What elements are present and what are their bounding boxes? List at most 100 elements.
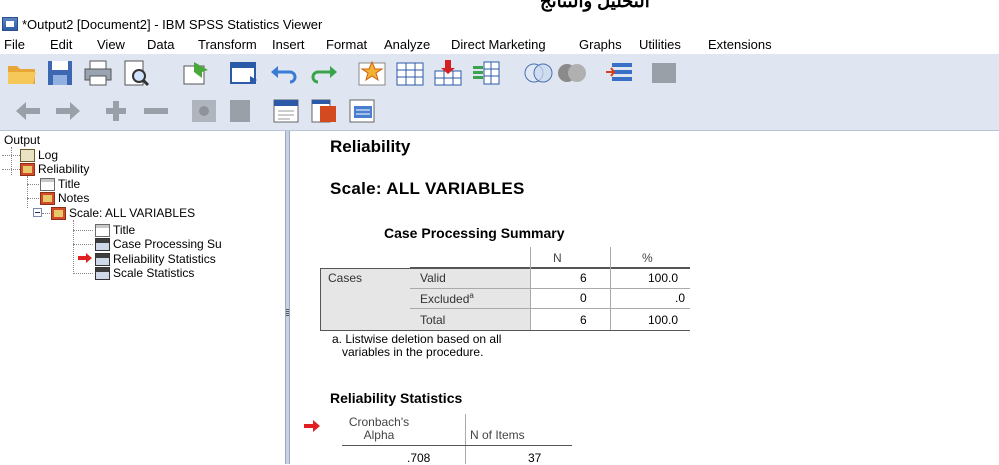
outline-reliability[interactable]: Reliability [20, 162, 89, 176]
outline-case-processing[interactable]: Case Processing Su [95, 237, 222, 251]
menu-utilities[interactable]: Utilities [639, 37, 681, 52]
demote-icon[interactable] [52, 96, 84, 126]
cropped-caption-band: ﺍﻟﺘﺤﻠﻴﻞ ﻭﺍﻟﻨﺘﺎﺋﺞ [0, 0, 999, 14]
print-icon[interactable] [82, 58, 114, 88]
excluded-text: Excluded [420, 292, 470, 306]
outline-root-label: Output [4, 133, 41, 147]
col-rule [465, 414, 466, 464]
balls-icon[interactable] [556, 58, 588, 88]
extra-icon[interactable] [648, 58, 680, 88]
col-header-n: N [553, 251, 562, 265]
col-header-alpha-2: Alpha [363, 428, 395, 442]
menu-analyze[interactable]: Analyze [384, 37, 430, 52]
row-label-total: Total [420, 313, 446, 327]
reliability-heading[interactable]: Reliability [330, 137, 410, 157]
selected-item-arrow-icon [304, 420, 320, 432]
tree-line [27, 176, 28, 208]
table-left-rule [320, 268, 321, 330]
footnote-line-2: variables in the procedure. [342, 345, 484, 359]
outline-root[interactable]: Output [4, 133, 40, 147]
tree-line [11, 147, 12, 175]
menu-view[interactable]: View [97, 37, 125, 52]
table-bottom-rule [320, 330, 690, 331]
cell-valid-pct: 100.0 [648, 271, 679, 285]
footnote-marker: a [469, 291, 474, 300]
print-preview-icon[interactable] [120, 58, 152, 88]
scale-heading[interactable]: Scale: ALL VARIABLES [330, 179, 525, 199]
outline-scale[interactable]: Scale: ALL VARIABLES [51, 206, 195, 220]
menu-data[interactable]: Data [147, 37, 174, 52]
promote-icon[interactable] [12, 96, 44, 126]
undo-icon[interactable] [268, 58, 300, 88]
collapse-toggle[interactable] [33, 208, 42, 217]
tree-line [73, 273, 93, 274]
insert-cases-icon[interactable] [432, 58, 464, 88]
outline-log-label: Log [38, 148, 59, 162]
menu-edit[interactable]: Edit [50, 37, 72, 52]
save-icon[interactable] [44, 58, 76, 88]
variable-sets-icon[interactable] [604, 58, 636, 88]
menu-transform[interactable]: Transform [198, 37, 257, 52]
menu-format[interactable]: Format [326, 37, 367, 52]
menu-file[interactable]: File [4, 37, 25, 52]
main-toolbar [0, 54, 999, 93]
cell-excluded-n: 0 [580, 291, 587, 305]
row-label-excluded: Excludeda [420, 291, 474, 306]
outline-reliability-label: Reliability [38, 162, 90, 176]
menu-insert[interactable]: Insert [272, 37, 305, 52]
goto-variable-icon[interactable] [394, 58, 426, 88]
outline-reliability-statistics[interactable]: Reliability Statistics [95, 252, 216, 266]
cropped-caption-glyphs: ﺍﻟﺘﺤﻠﻴﻞ ﻭﺍﻟﻨﺘﺎﺋﺞ [540, 0, 650, 11]
title-page-icon [95, 223, 110, 237]
hide-icon[interactable] [224, 96, 256, 126]
menu-graphs[interactable]: Graphs [579, 37, 622, 52]
reliability-folder-icon [20, 162, 35, 176]
outline-scale-title-label: Title [113, 223, 136, 237]
insert-title-icon[interactable] [308, 96, 340, 126]
menu-direct-marketing[interactable]: Direct Marketing [451, 37, 546, 52]
cell-total-n: 6 [580, 313, 587, 327]
open-folder-icon[interactable] [6, 58, 38, 88]
col-rule [610, 247, 611, 330]
col-header-pct: % [642, 251, 653, 265]
outline-log[interactable]: Log [20, 148, 58, 162]
table-top-rule [320, 268, 690, 269]
venn-icon[interactable] [522, 58, 554, 88]
insert-variable-icon[interactable] [470, 58, 502, 88]
splitter-grip[interactable] [286, 309, 289, 317]
outline-scale-statistics[interactable]: Scale Statistics [95, 266, 194, 280]
tree-line [27, 198, 39, 199]
expand-icon[interactable] [100, 96, 132, 126]
tree-line [73, 244, 93, 245]
collapse-icon[interactable] [140, 96, 172, 126]
insert-heading-icon[interactable] [270, 96, 302, 126]
tree-line [2, 155, 20, 156]
case-table-title[interactable]: Case Processing Summary [384, 225, 565, 241]
show-icon[interactable] [188, 96, 220, 126]
col-rule [530, 247, 531, 330]
tree-line [73, 230, 93, 231]
current-item-arrow-icon [78, 253, 92, 263]
row-rule [410, 308, 690, 309]
redo-icon[interactable] [308, 58, 340, 88]
tree-line [27, 184, 39, 185]
title-bar: *Output2 [Document2] - IBM SPSS Statisti… [0, 14, 999, 34]
menu-bar: File Edit View Data Transform Insert For… [0, 34, 999, 54]
goto-case-icon[interactable] [356, 58, 388, 88]
rel-table-title[interactable]: Reliability Statistics [330, 390, 462, 406]
menu-extensions[interactable]: Extensions [708, 37, 772, 52]
outline-title[interactable]: Title [40, 177, 80, 191]
insert-text-icon[interactable] [346, 96, 378, 126]
scale-folder-icon [51, 206, 66, 220]
log-icon [20, 148, 35, 162]
row-rule [410, 288, 690, 289]
tree-line [73, 220, 74, 272]
table-icon [95, 266, 110, 280]
output-viewer: Reliability Scale: ALL VARIABLES Case Pr… [290, 131, 999, 465]
cell-items: 37 [528, 451, 542, 465]
export-icon[interactable] [180, 58, 212, 88]
data-editor-icon[interactable] [228, 58, 260, 88]
outline-notes[interactable]: Notes [40, 191, 89, 205]
outline-scale-title[interactable]: Title [95, 223, 135, 237]
outline-title-label: Title [58, 177, 81, 191]
